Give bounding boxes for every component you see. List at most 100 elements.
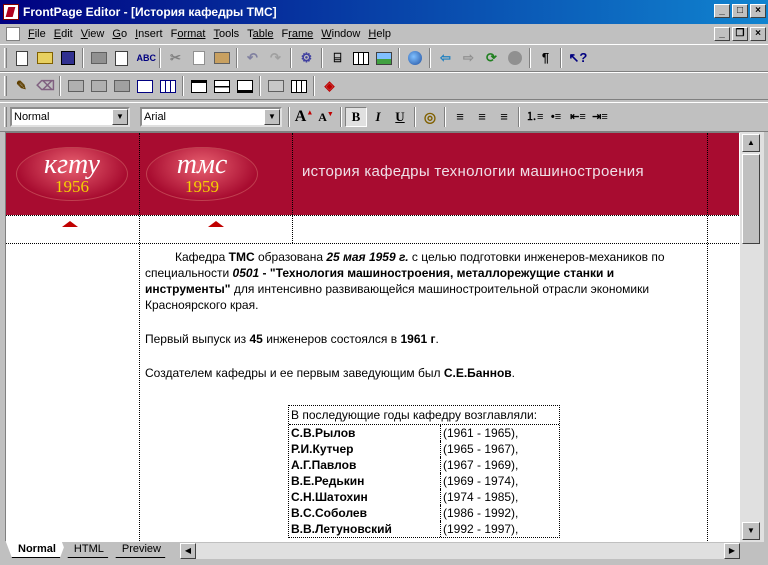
menu-tools[interactable]: Tools: [209, 25, 243, 43]
table-row[interactable]: А.Г.Павлов (1967 - 1969),: [289, 457, 559, 473]
distribute-columns-button[interactable]: [287, 75, 310, 97]
print-button[interactable]: [87, 47, 110, 69]
chevron-down-icon[interactable]: ▼: [264, 109, 280, 125]
menu-help[interactable]: Help: [364, 25, 395, 43]
tab-normal[interactable]: Normal: [6, 542, 66, 558]
toolbar-grip[interactable]: [4, 107, 7, 127]
table-row[interactable]: С.Н.Шатохин (1974 - 1985),: [289, 489, 559, 505]
frontpage-app-icon[interactable]: [3, 4, 19, 20]
first-graduation-paragraph[interactable]: Первый выпуск из 45 инженеров состоялся …: [145, 331, 693, 347]
close-button[interactable]: ×: [750, 4, 766, 18]
cell-fill-button[interactable]: ◈: [318, 75, 341, 97]
distribute-rows-button[interactable]: [264, 75, 287, 97]
forward-button[interactable]: ⇨: [457, 47, 480, 69]
print-preview-button[interactable]: [110, 47, 133, 69]
founder-paragraph[interactable]: Создателем кафедры и ее первым заведующи…: [145, 365, 693, 381]
hyperlink-button[interactable]: [403, 47, 426, 69]
decrease-font-size-button[interactable]: A▼: [315, 107, 337, 127]
bold-button[interactable]: B: [345, 107, 367, 127]
menu-window[interactable]: Window: [317, 25, 364, 43]
delete-cells-button[interactable]: [110, 75, 133, 97]
stop-button[interactable]: [503, 47, 526, 69]
numbered-list-button[interactable]: ⒈≡: [523, 107, 545, 127]
page-body-text[interactable]: Кафедра ТМС образована 25 мая 1959 г. с …: [145, 249, 693, 399]
increase-font-size-button[interactable]: A▲: [293, 107, 315, 127]
align-right-button[interactable]: ≡: [493, 107, 515, 127]
menu-view[interactable]: View: [77, 25, 109, 43]
insert-image-button[interactable]: [372, 47, 395, 69]
table-row[interactable]: В.Е.Редькин (1969 - 1974),: [289, 473, 559, 489]
open-button[interactable]: [33, 47, 56, 69]
redo-button[interactable]: ↷: [264, 47, 287, 69]
align-center-button[interactable]: ≡: [471, 107, 493, 127]
menu-insert[interactable]: Insert: [131, 25, 167, 43]
bulleted-list-button[interactable]: •≡: [545, 107, 567, 127]
increase-indent-button[interactable]: ⇥≡: [589, 107, 611, 127]
scroll-thumb[interactable]: [742, 154, 760, 244]
department-heads-table[interactable]: В последующие годы кафедру возглавляли: …: [288, 405, 560, 538]
minimize-button[interactable]: _: [714, 4, 730, 18]
scroll-up-button[interactable]: ▲: [742, 134, 760, 152]
refresh-button[interactable]: ⟳: [480, 47, 503, 69]
draw-table-button[interactable]: ✎: [10, 75, 33, 97]
paragraph-style-select[interactable]: Normal ▼: [10, 107, 130, 127]
chevron-down-icon[interactable]: ▼: [112, 109, 128, 125]
underline-button[interactable]: U: [389, 107, 411, 127]
intro-paragraph[interactable]: Кафедра ТМС образована 25 мая 1959 г. с …: [145, 249, 693, 313]
insert-columns-button[interactable]: [87, 75, 110, 97]
menu-frame[interactable]: Frame: [277, 25, 317, 43]
eraser-button[interactable]: ⌫: [33, 75, 56, 97]
numbered-list-icon: ⒈≡: [526, 111, 544, 123]
insert-table-button[interactable]: [349, 47, 372, 69]
doc-close-button[interactable]: ×: [750, 27, 766, 41]
show-formatting-button[interactable]: ¶: [534, 47, 557, 69]
cut-button[interactable]: ✂: [164, 47, 187, 69]
insert-form-button[interactable]: ⌸: [326, 47, 349, 69]
document-icon[interactable]: [6, 27, 20, 41]
menu-table[interactable]: Table: [243, 25, 277, 43]
align-top-button[interactable]: [187, 75, 210, 97]
menu-edit[interactable]: Edit: [50, 25, 77, 43]
menu-go[interactable]: Go: [108, 25, 131, 43]
doc-minimize-button[interactable]: _: [714, 27, 730, 41]
tab-html[interactable]: HTML: [62, 542, 114, 558]
horizontal-scrollbar[interactable]: ◀ ▶: [180, 543, 740, 559]
paste-button[interactable]: [210, 47, 233, 69]
vertical-scrollbar[interactable]: ▲ ▼: [740, 132, 764, 542]
delete-cells-icon: [113, 80, 130, 92]
save-button[interactable]: [56, 47, 79, 69]
align-left-button[interactable]: ≡: [449, 107, 471, 127]
undo-button[interactable]: ↶: [241, 47, 264, 69]
align-bottom-button[interactable]: [233, 75, 256, 97]
toolbar-grip[interactable]: [4, 48, 7, 68]
scroll-right-button[interactable]: ▶: [724, 543, 740, 559]
menu-format[interactable]: Format: [167, 25, 210, 43]
document-window-controls: _ ❐ ×: [712, 27, 766, 41]
table-row[interactable]: Р.И.Кутчер (1965 - 1967),: [289, 441, 559, 457]
center-vertically-button[interactable]: [210, 75, 233, 97]
table-row[interactable]: С.В.Рылов (1961 - 1965),: [289, 425, 559, 441]
decrease-indent-button[interactable]: ⇤≡: [567, 107, 589, 127]
back-button[interactable]: ⇦: [434, 47, 457, 69]
text-color-button[interactable]: ◎: [419, 107, 441, 127]
new-button[interactable]: [10, 47, 33, 69]
table-row[interactable]: В.С.Соболев (1986 - 1992),: [289, 505, 559, 521]
merge-cells-button[interactable]: [133, 75, 156, 97]
maximize-button[interactable]: □: [732, 4, 748, 18]
table-row[interactable]: В.В.Летуновский (1992 - 1997),: [289, 521, 559, 537]
webbot-button[interactable]: ⚙: [295, 47, 318, 69]
insert-rows-button[interactable]: [64, 75, 87, 97]
split-cells-button[interactable]: [156, 75, 179, 97]
font-select[interactable]: Arial ▼: [140, 107, 282, 127]
scroll-left-button[interactable]: ◀: [180, 543, 196, 559]
italic-button[interactable]: I: [367, 107, 389, 127]
spelling-button[interactable]: ABC: [133, 47, 157, 69]
page-editor-canvas[interactable]: кгту 1956 тмс 1959 история кафедры техно…: [5, 132, 740, 542]
scroll-down-button[interactable]: ▼: [742, 522, 760, 540]
doc-restore-button[interactable]: ❐: [732, 27, 748, 41]
menu-file[interactable]: File: [24, 25, 50, 43]
toolbar-grip[interactable]: [4, 76, 7, 96]
tab-preview[interactable]: Preview: [110, 542, 171, 558]
help-button[interactable]: ↖?: [565, 47, 588, 69]
copy-button[interactable]: [187, 47, 210, 69]
